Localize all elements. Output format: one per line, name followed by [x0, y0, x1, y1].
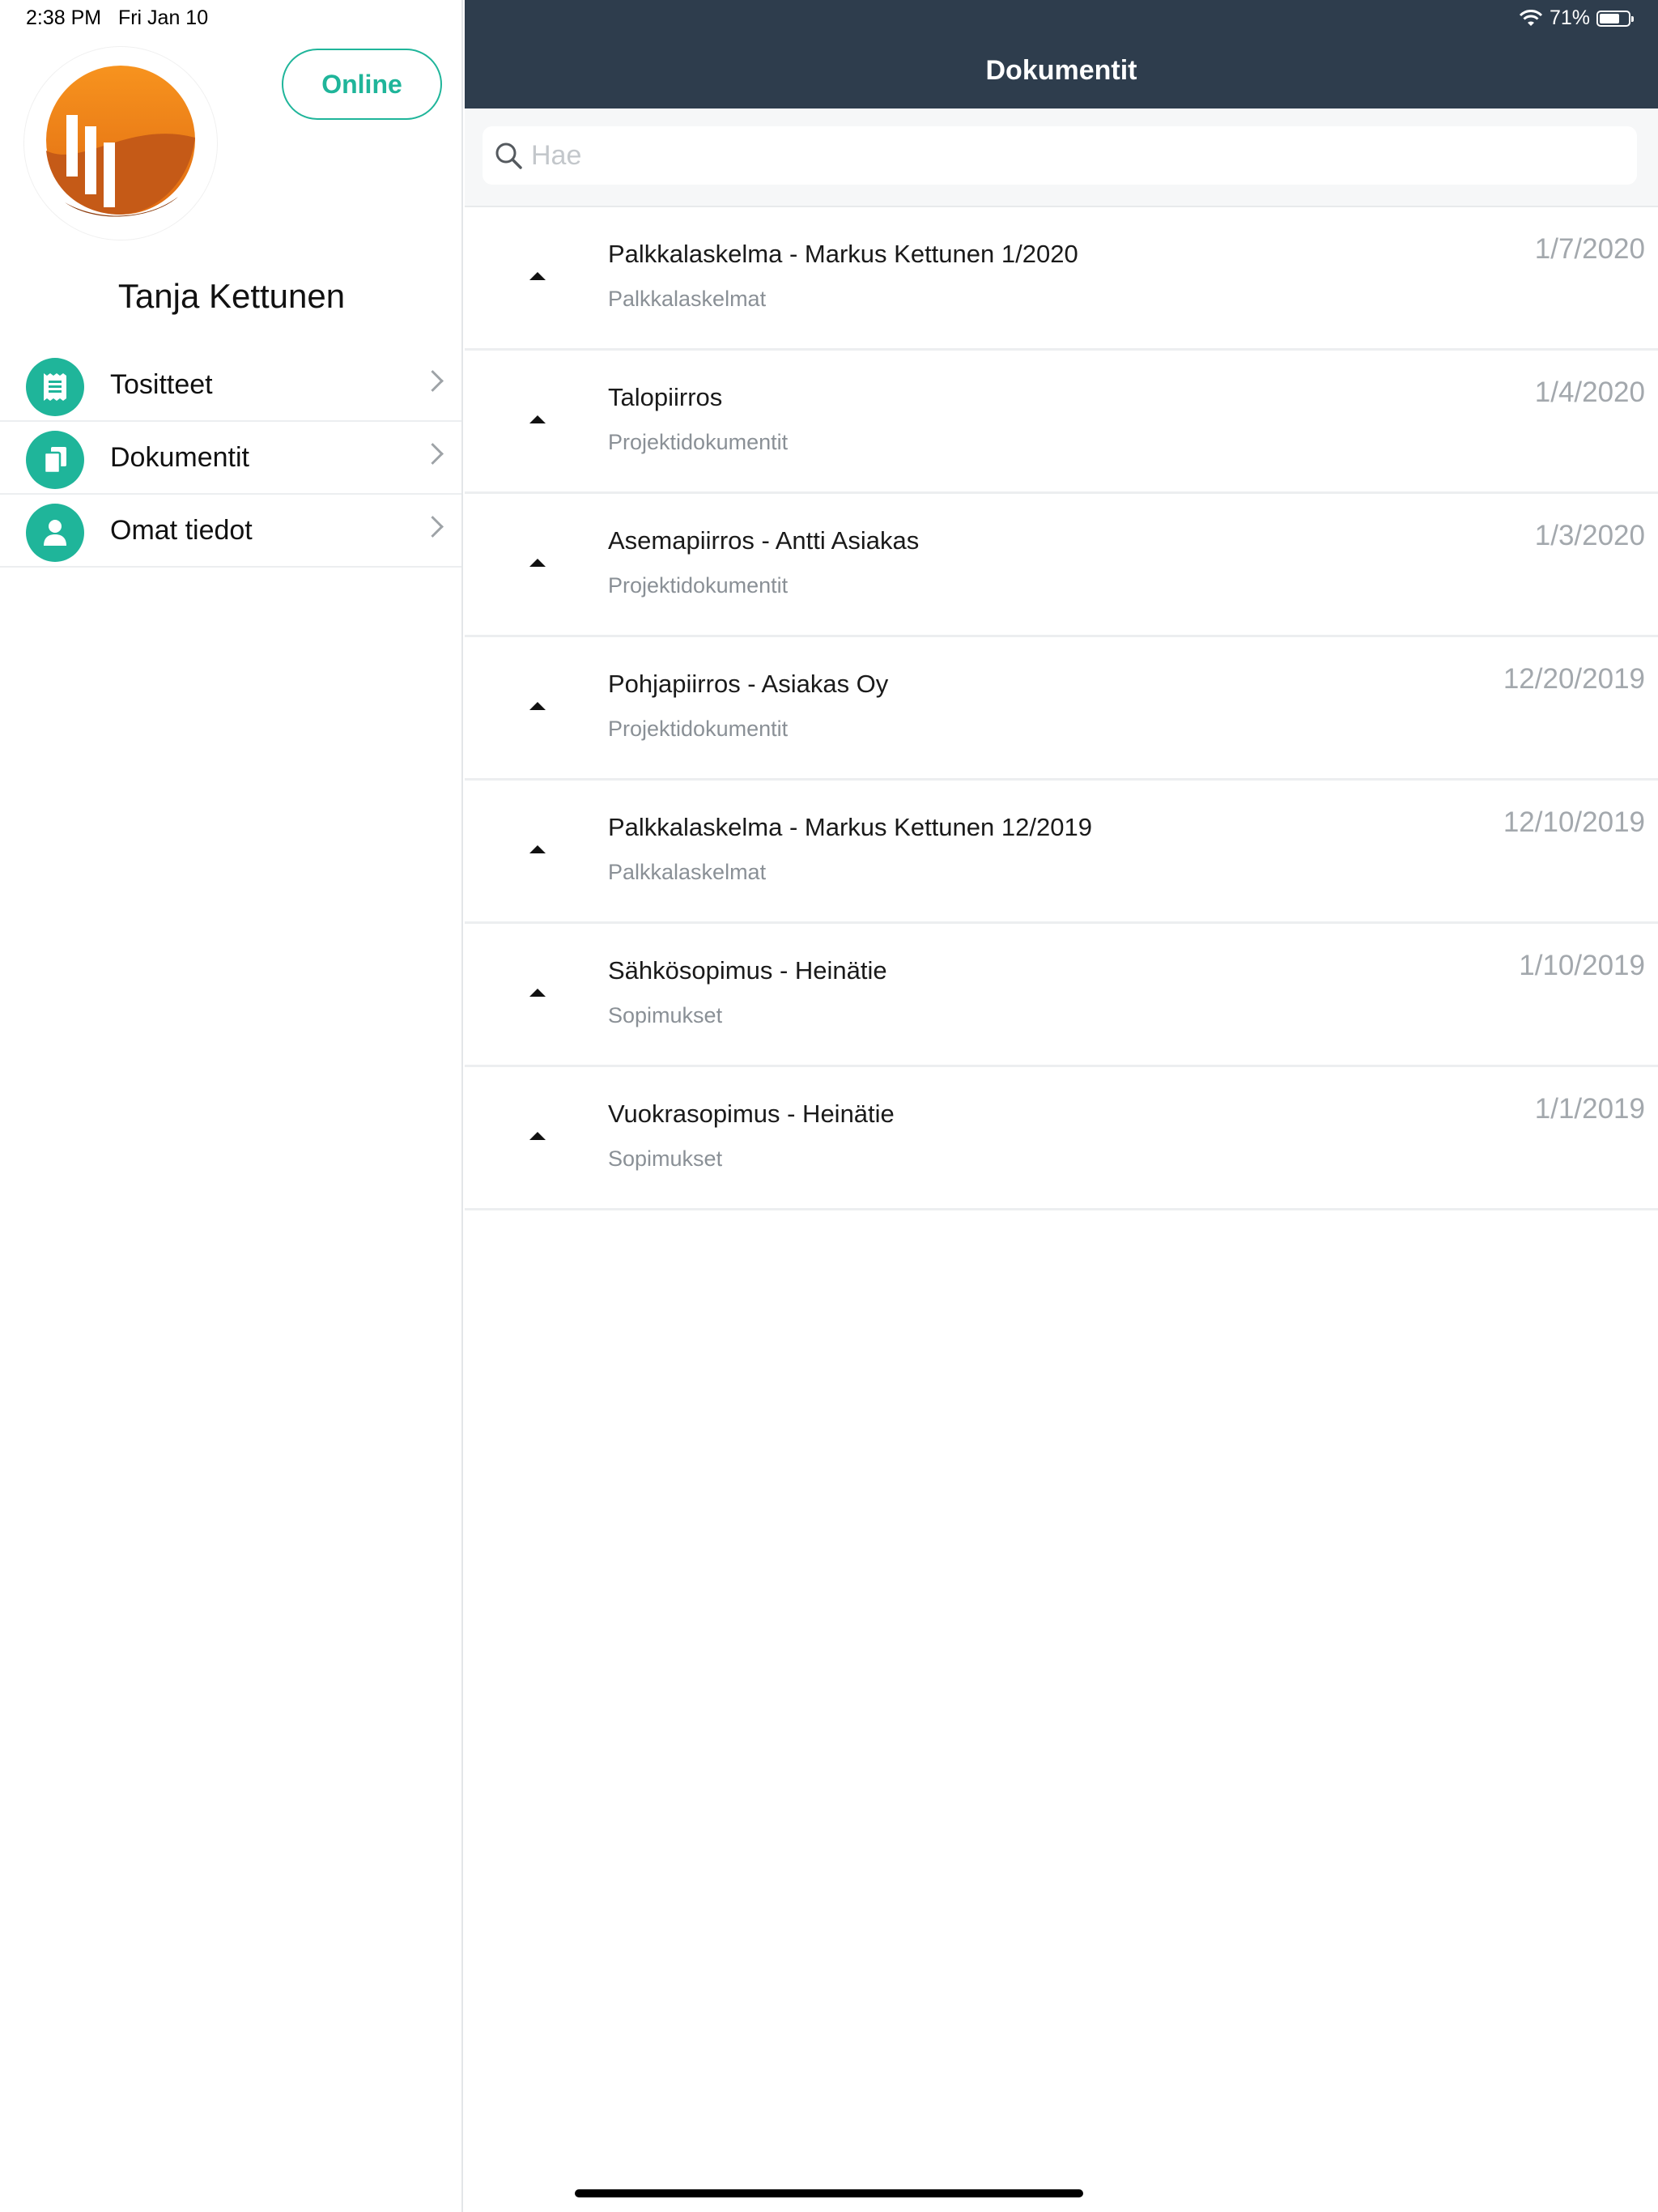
battery-percent: 71% [1549, 6, 1590, 29]
battery-icon [1596, 10, 1634, 27]
app-screen: 2:38 PM Fri Jan 10 Online Tanja Kettunen… [0, 0, 1658, 2212]
document-category: Palkkalaskelmat [608, 287, 767, 311]
main-panel: Dokumentit Palkkalaskelma - Markus Kettu… [465, 0, 1658, 2212]
home-indicator [575, 2189, 1083, 2197]
receipt-icon [26, 358, 84, 416]
document-row[interactable]: Sähkösopimus - Heinätie Sopimukset 1/10/20… [465, 924, 1658, 1067]
document-date: 12/10/2019 [1503, 806, 1645, 838]
document-title: Talopiirros [608, 383, 723, 411]
chevron-right-icon [422, 370, 444, 392]
document-date: 1/7/2020 [1534, 233, 1645, 265]
document-category: Projektidokumentit [608, 430, 789, 454]
status-time: 2:38 PM Fri Jan 10 [26, 6, 208, 30]
caret-up-icon [529, 702, 546, 710]
document-title: Palkkalaskelma - Markus Kettunen 1/2020 [608, 240, 1078, 268]
document-category: Sopimukset [608, 1146, 723, 1171]
document-title: Asemapiirros - Antti Asiakas [608, 526, 920, 555]
sidebar-item-tositteet[interactable]: Tositteet [0, 349, 461, 422]
navigation-bar: Dokumentit [465, 0, 1658, 108]
company-logo-icon [46, 66, 195, 217]
sidebar-item-dokumentit[interactable]: Dokumentit [0, 422, 461, 495]
caret-up-icon [529, 845, 546, 853]
document-date: 1/3/2020 [1534, 520, 1645, 551]
document-list: Palkkalaskelma - Markus Kettunen 1/2020 P… [465, 207, 1658, 1210]
user-name: Tanja Kettunen [117, 277, 346, 315]
document-row[interactable]: Palkkalaskelma - Markus Kettunen 1/2020 P… [465, 207, 1658, 351]
search-input[interactable] [531, 126, 1616, 185]
search-icon [495, 143, 522, 169]
status-indicators: 71% [1519, 6, 1634, 30]
online-label: Online [321, 69, 402, 99]
sidebar-item-label: Tositteet [110, 368, 213, 400]
status-date: Fri Jan 10 [117, 6, 209, 29]
document-title: Palkkalaskelma - Markus Kettunen 12/2019 [608, 813, 1092, 841]
document-category: Sopimukset [608, 1003, 723, 1027]
documents-icon [26, 431, 84, 489]
battery-fill [1600, 13, 1619, 23]
document-category: Projektidokumentit [608, 717, 789, 741]
sidebar-item-label: Dokumentit [110, 441, 249, 473]
document-title: Sähkösopimus - Heinätie [608, 956, 887, 985]
document-date: 1/1/2019 [1534, 1093, 1645, 1125]
sidebar: 2:38 PM Fri Jan 10 Online Tanja Kettunen… [0, 0, 463, 2212]
document-row[interactable]: Pohjapiirros - Asiakas Oy Projektidokumen… [465, 637, 1658, 781]
sidebar-item-omat-tiedot[interactable]: Omat tiedot [0, 495, 461, 568]
caret-up-icon [529, 559, 546, 567]
online-status-button[interactable]: Online [282, 49, 442, 120]
document-row[interactable]: Vuokrasopimus - Heinätie Sopimukset 1/1/20… [465, 1067, 1658, 1210]
document-title: Pohjapiirros - Asiakas Oy [608, 670, 889, 698]
chevron-right-icon [422, 516, 444, 538]
page-title: Dokumentit [985, 55, 1137, 86]
search-box[interactable] [483, 126, 1637, 185]
wifi-icon [1519, 9, 1543, 26]
caret-up-icon [529, 272, 546, 280]
user-icon [26, 504, 84, 562]
status-clock: 2:38 PM [26, 6, 102, 29]
company-logo [24, 47, 217, 240]
battery-cap [1631, 15, 1634, 22]
document-category: Projektidokumentit [608, 573, 789, 598]
caret-up-icon [529, 1132, 546, 1140]
document-date: 1/10/2019 [1519, 950, 1645, 981]
caret-up-icon [529, 415, 546, 423]
chevron-right-icon [422, 443, 444, 465]
sidebar-menu: Tositteet Dokumentit Omat tiedot [0, 349, 461, 568]
document-row[interactable]: Asemapiirros - Antti Asiakas Projektidoku… [465, 494, 1658, 637]
caret-up-icon [529, 989, 546, 997]
document-category: Palkkalaskelmat [608, 860, 767, 884]
document-date: 1/4/2020 [1534, 376, 1645, 408]
document-date: 12/20/2019 [1503, 663, 1645, 695]
document-title: Vuokrasopimus - Heinätie [608, 1100, 895, 1128]
sidebar-item-label: Omat tiedot [110, 514, 253, 546]
document-row[interactable]: Talopiirros Projektidokumentit 1/4/2020 [465, 351, 1658, 494]
search-bar [465, 108, 1658, 207]
document-row[interactable]: Palkkalaskelma - Markus Kettunen 12/2019… [465, 781, 1658, 924]
